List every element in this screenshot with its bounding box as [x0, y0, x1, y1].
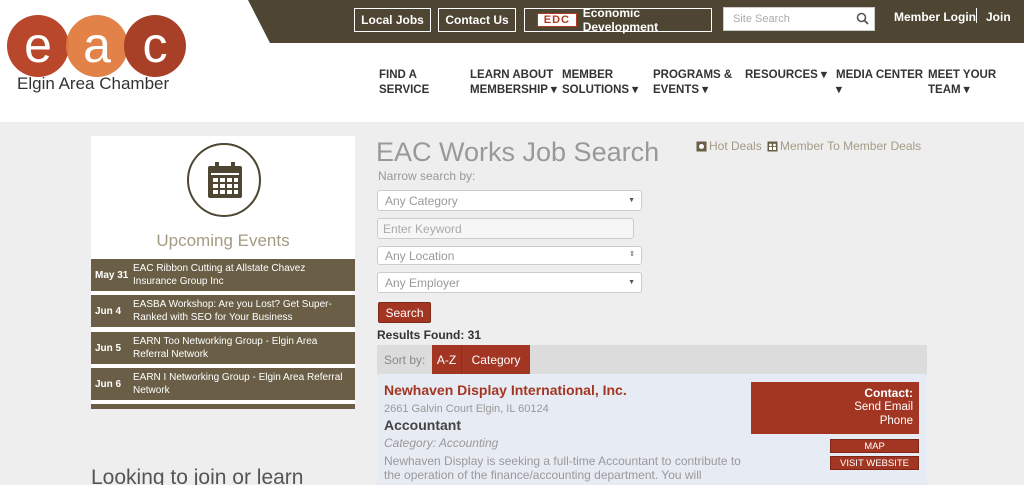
contact-box: Contact: Send Email Phone: [751, 382, 919, 434]
people-icon: [767, 141, 778, 151]
business-name-link[interactable]: Newhaven Display International, Inc.: [384, 382, 627, 398]
member-deals-label: Member To Member Deals: [780, 139, 922, 153]
results-count: Results Found: 31: [377, 328, 482, 342]
nav-label: EVENTS ▾: [653, 84, 708, 96]
calendar-icon: [208, 162, 242, 198]
site-search: [723, 7, 875, 31]
nav-meet-your-team[interactable]: MEET YOUR TEAM ▾: [928, 68, 996, 98]
caret-down-icon: ▼: [628, 279, 635, 286]
page-title: EAC Works Job Search: [376, 137, 660, 167]
search-button[interactable]: Search: [378, 302, 431, 323]
nav-label: LEARN ABOUT: [470, 69, 554, 81]
hot-deals-label: Hot Deals: [709, 139, 762, 153]
economic-development-button[interactable]: EDC Economic Development: [524, 6, 712, 34]
location-select-value: Any Location: [385, 248, 455, 263]
nav-label: MEDIA CENTER: [836, 69, 924, 81]
nav-label: SERVICE: [379, 84, 430, 96]
employer-select[interactable]: Any Employer ▼: [377, 272, 642, 293]
map-button[interactable]: MAP: [830, 439, 919, 453]
nav-find-a-service[interactable]: FIND A SERVICE: [379, 68, 429, 98]
caret-down-icon: ▼: [628, 197, 635, 204]
nav-label: MEMBERSHIP ▾: [470, 84, 557, 96]
nav-label: TEAM ▾: [928, 84, 970, 96]
join-link[interactable]: Join: [986, 10, 1011, 24]
category-select[interactable]: Any Category ▼: [377, 190, 642, 211]
sort-label: Sort by:: [384, 353, 426, 367]
narrow-search-label: Narrow search by:: [378, 169, 476, 183]
nav-member-solutions[interactable]: MEMBER SOLUTIONS ▾: [562, 68, 638, 98]
sort-bar: Sort by: A-Z Category: [377, 345, 927, 374]
updown-arrows-icon: ⇕: [629, 251, 635, 258]
event-title: EARN I Networking Group - Elgin Area Ref…: [133, 372, 343, 396]
nav-label: SOLUTIONS ▾: [562, 84, 639, 96]
event-item[interactable]: May 31 EAC Ribbon Cutting at Allstate Ch…: [91, 259, 355, 292]
contact-heading: Contact:: [864, 386, 913, 400]
event-date: May 31: [95, 269, 129, 281]
employer-select-value: Any Employer: [385, 275, 460, 290]
nav-media-center[interactable]: MEDIA CENTER ▾: [836, 68, 923, 98]
event-date: Jun 4: [95, 305, 122, 317]
sort-az-button[interactable]: A-Z: [432, 345, 461, 374]
local-jobs-button[interactable]: Local Jobs: [354, 8, 431, 32]
nav-label: PROGRAMS &: [653, 69, 733, 81]
job-description: Newhaven Display is seeking a full-time …: [384, 454, 741, 482]
nav-label: FIND A: [379, 69, 417, 81]
event-item[interactable]: Jun 4 EASBA Workshop: Are you Lost? Get …: [91, 295, 355, 328]
event-item-partial: [91, 404, 355, 409]
brand-name: Elgin Area Chamber: [17, 74, 170, 93]
member-login-link[interactable]: Member Login: [894, 10, 976, 24]
svg-text:c: c: [143, 17, 168, 73]
event-item[interactable]: Jun 5 EARN Too Networking Group - Elgin …: [91, 332, 355, 365]
event-date: Jun 6: [95, 378, 122, 390]
nav-label: MEET YOUR: [928, 69, 997, 81]
keyword-field: [377, 218, 634, 239]
tag-icon: [696, 141, 707, 151]
event-title: EAC Ribbon Cutting at Allstate Chavez In…: [133, 263, 306, 287]
event-date: Jun 5: [95, 342, 122, 354]
upcoming-events-title: Upcoming Events: [156, 231, 290, 250]
contact-us-button[interactable]: Contact Us: [438, 8, 516, 32]
job-listing: Newhaven Display International, Inc. 266…: [377, 374, 927, 485]
location-select[interactable]: Any Location ⇕: [377, 246, 642, 265]
member-deals-link[interactable]: Member To Member Deals: [767, 139, 921, 153]
event-title: EARN Too Networking Group - Elgin Area R…: [133, 336, 318, 360]
nav-programs-events[interactable]: PROGRAMS & EVENTS ▾: [653, 68, 732, 98]
sort-category-button[interactable]: Category: [461, 345, 530, 374]
calendar-badge: [187, 143, 261, 217]
nav-label: ▾: [836, 84, 842, 96]
business-address: 2661 Galvin Court Elgin, IL 60124: [384, 403, 549, 415]
nav-label: RESOURCES ▾: [745, 69, 827, 81]
job-category: Category: Accounting: [384, 436, 499, 450]
phone-link[interactable]: Phone: [757, 414, 913, 428]
nav-label: MEMBER: [562, 69, 614, 81]
site-header: e a c Elgin Area Chamber Local Jobs Cont…: [0, 0, 1024, 122]
job-title[interactable]: Accountant: [384, 417, 461, 433]
hot-deals-link[interactable]: Hot Deals: [696, 139, 762, 153]
edc-logo: EDC: [537, 13, 577, 27]
visit-website-button[interactable]: VISIT WEBSITE: [830, 456, 919, 470]
event-item[interactable]: Jun 6 EARN I Networking Group - Elgin Ar…: [91, 368, 355, 401]
search-icon[interactable]: [856, 12, 869, 25]
site-search-input[interactable]: [724, 8, 849, 30]
svg-text:a: a: [83, 17, 111, 73]
economic-development-label: Economic Development: [582, 6, 659, 34]
join-heading: Looking to join or learn: [91, 466, 304, 485]
event-title: EASBA Workshop: Are you Lost? Get Super-…: [133, 299, 332, 323]
nav-learn-about-membership[interactable]: LEARN ABOUT MEMBERSHIP ▾: [470, 68, 557, 98]
topbar-divider: [976, 8, 977, 23]
keyword-input[interactable]: [378, 219, 628, 238]
nav-resources[interactable]: RESOURCES ▾: [745, 68, 827, 83]
category-select-value: Any Category: [385, 193, 458, 208]
upcoming-events-panel: Upcoming Events May 31 EAC Ribbon Cuttin…: [91, 136, 355, 408]
svg-text:e: e: [24, 17, 52, 73]
send-email-link[interactable]: Send Email: [757, 400, 913, 414]
